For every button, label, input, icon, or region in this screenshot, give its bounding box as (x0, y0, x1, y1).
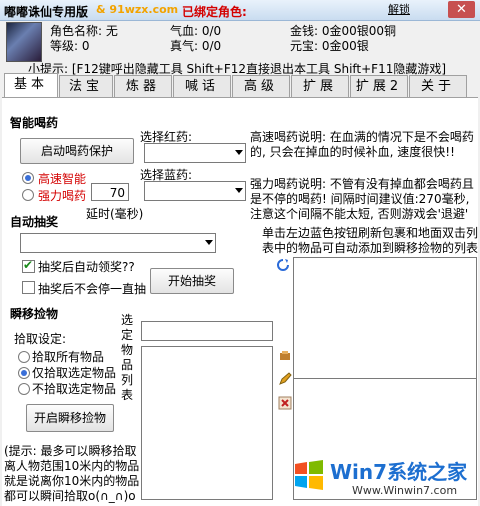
tab-treasure[interactable]: 法宝 (59, 75, 113, 97)
pickup-all-radio[interactable] (18, 351, 30, 363)
blue-potion-select[interactable] (144, 181, 246, 201)
tab-about[interactable]: 关于 (409, 75, 467, 97)
selected-items-vertical-label: 选定物品列表 (121, 313, 134, 402)
app-title: 嘟嘟诛仙专用版 (4, 5, 89, 19)
no-stop-label: 抽奖后不会停一直抽 (38, 282, 147, 296)
close-button[interactable]: ✕ (448, 1, 475, 18)
pickup-not-selected-radio[interactable] (18, 383, 30, 395)
pickup-note: (提示: 最多可以瞬移拾取离人物范围10米内的物品就是说离你10米内的物品都可以… (4, 444, 140, 503)
start-pickup-button[interactable]: 开启瞬移捡物 (26, 404, 114, 432)
high-speed-description: 高速喝药说明: 在血满的情况下是不会喝药的, 只会在掉血的时候补血, 速度很快!… (250, 130, 474, 159)
watermark-title: Win7系统之家 (330, 460, 468, 484)
tab-bar: 基本 法宝 炼器 喊话 高级 扩展 扩展2 关于 (2, 73, 478, 98)
force-potion-label: 强力喝药 (38, 189, 87, 203)
item-name-input[interactable] (141, 321, 273, 341)
tab-extend2[interactable]: 扩展2 (350, 75, 408, 97)
no-stop-checkbox[interactable] (22, 281, 35, 294)
tab-refine[interactable]: 炼器 (114, 75, 172, 97)
pickup-selected-label: 仅拾取选定物品 (32, 366, 117, 380)
bag-items-list[interactable] (293, 257, 477, 379)
tab-basic[interactable]: 基本 (4, 73, 58, 98)
edit-icon[interactable] (278, 372, 292, 386)
pickup-selected-radio[interactable] (18, 367, 30, 379)
high-speed-radio[interactable] (22, 172, 34, 184)
lottery-select[interactable] (20, 233, 216, 253)
add-item-icon[interactable] (278, 349, 292, 363)
start-potion-button[interactable]: 启动喝药保护 (20, 138, 134, 164)
high-speed-label: 高速智能 (38, 172, 87, 186)
pickup-section-title: 瞬移捡物 (10, 307, 59, 321)
unlock-button[interactable]: 解锁 (384, 2, 414, 17)
windows-logo-icon (292, 458, 326, 492)
force-potion-description: 强力喝药说明: 不管有没有掉血都会喝药且是不停的喝药! 间隔时间建议值:270毫… (250, 177, 474, 221)
title-url: & 91wzx.com (96, 3, 179, 16)
chevron-down-icon (235, 150, 243, 155)
delay-input[interactable]: 70 (91, 183, 129, 201)
auto-claim-checkbox[interactable] (22, 258, 35, 273)
pickup-not-selected-label: 不拾取选定物品 (32, 382, 117, 396)
red-potion-select[interactable] (144, 143, 246, 163)
force-potion-radio[interactable] (22, 189, 34, 201)
tab-extend[interactable]: 扩展 (291, 75, 349, 97)
lottery-section-title: 自动抽奖 (10, 215, 59, 229)
refresh-icon[interactable] (276, 258, 290, 272)
bound-character-label: 已绑定角色: (182, 5, 247, 19)
selected-items-list[interactable] (141, 346, 273, 500)
character-avatar (6, 22, 42, 62)
chevron-down-icon (205, 240, 213, 245)
pickup-all-label: 拾取所有物品 (32, 350, 105, 364)
tab-advanced[interactable]: 高级 (232, 75, 290, 97)
right-panel-description: 单击左边蓝色按钮刷新包裹和地面双击列表中的物品可自动添加到瞬移捡物的列表 (262, 226, 479, 255)
delay-unit-label: 延时(毫秒) (86, 207, 144, 221)
start-lottery-button[interactable]: 开始抽奖 (150, 268, 234, 294)
tab-shout[interactable]: 喊话 (173, 75, 231, 97)
pickup-settings-label: 拾取设定: (14, 332, 67, 346)
delete-icon[interactable] (278, 396, 292, 410)
character-level: 等级: 0 (50, 39, 90, 53)
chevron-down-icon (235, 188, 243, 193)
mp-value: 真气: 0/0 (170, 39, 222, 53)
yuanbao-value: 元宝: 0金00银 (290, 39, 369, 53)
potion-section-title: 智能喝药 (10, 116, 59, 130)
auto-claim-label: 抽奖后自动领奖?? (38, 260, 135, 274)
watermark-url: Www.Winwin7.com (352, 484, 458, 497)
